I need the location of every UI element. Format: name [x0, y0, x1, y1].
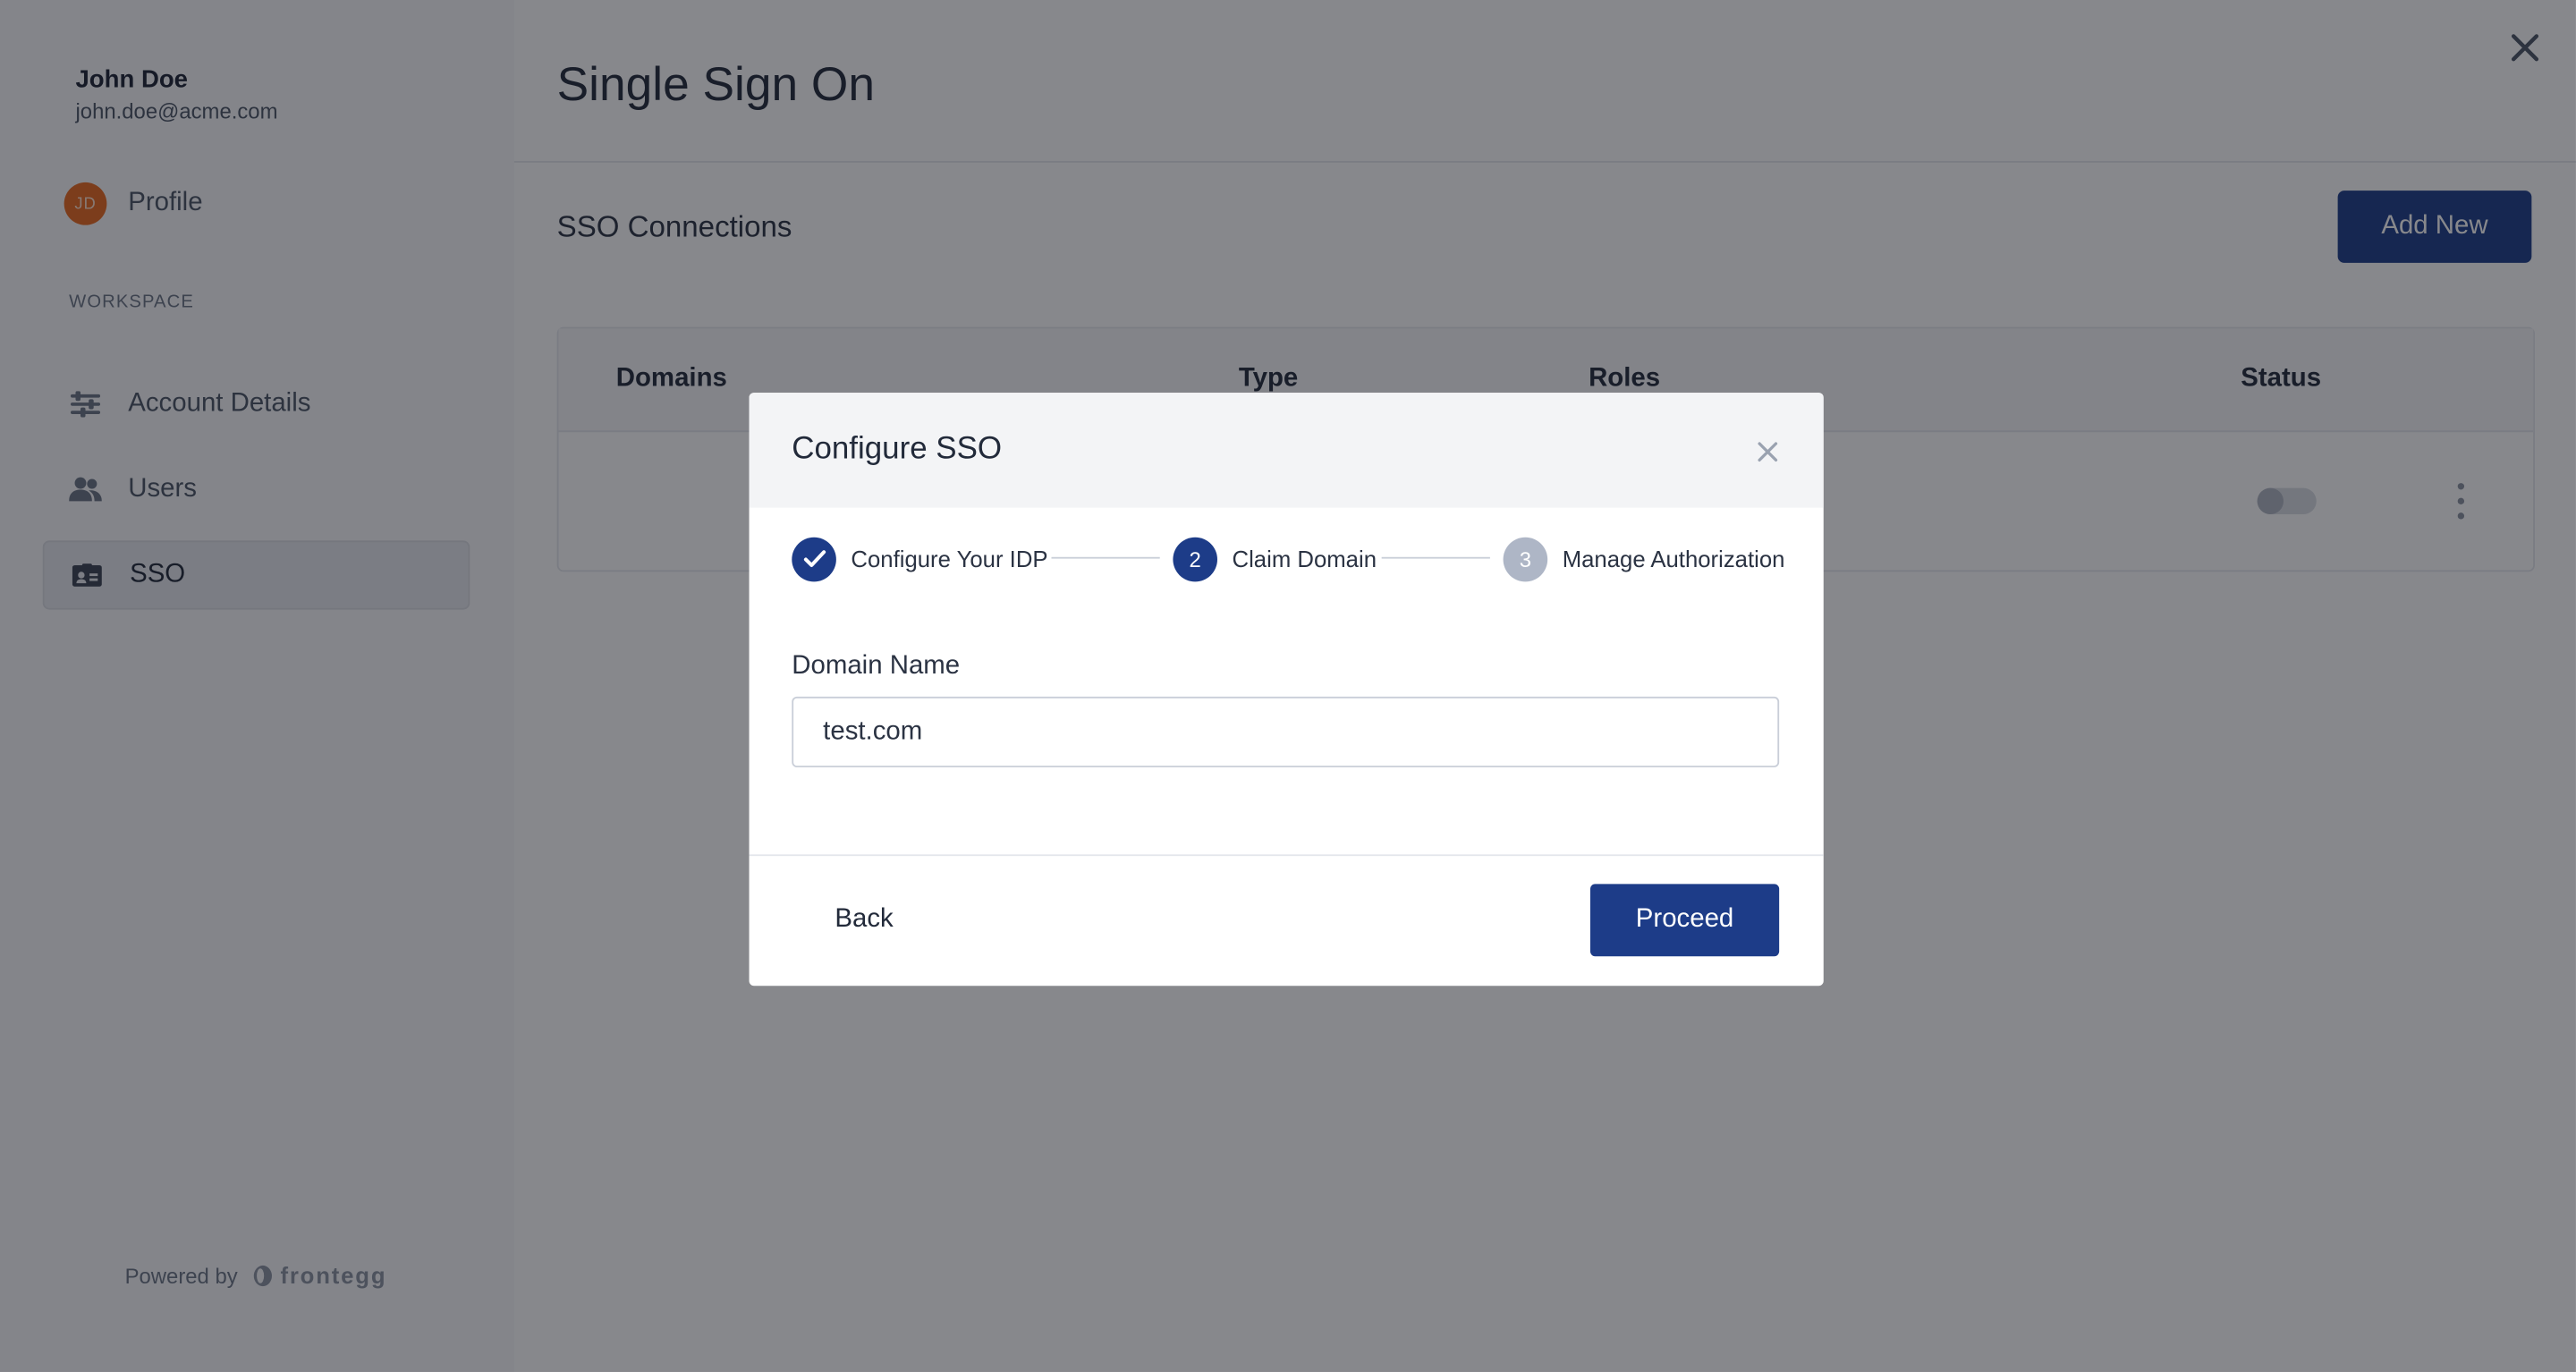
modal-footer-divider — [749, 854, 1824, 857]
configure-sso-modal: Configure SSO Configure Your IDP 2 Claim — [749, 393, 1824, 987]
modal-header: Configure SSO — [749, 393, 1824, 508]
step-claim-domain: 2 Claim Domain — [1173, 536, 1377, 581]
step-label: Configure Your IDP — [851, 545, 1048, 572]
proceed-button[interactable]: Proceed — [1589, 884, 1780, 957]
step-connector — [1381, 556, 1490, 559]
back-button[interactable]: Back — [792, 884, 936, 956]
close-icon[interactable] — [1755, 439, 1781, 465]
domain-name-label: Domain Name — [792, 652, 961, 681]
step-label: Claim Domain — [1232, 545, 1377, 572]
step-number: 2 — [1173, 536, 1217, 581]
step-label: Manage Authorization — [1562, 545, 1785, 572]
step-manage-authorization: 3 Manage Authorization — [1503, 536, 1785, 581]
step-connector — [1051, 556, 1160, 559]
modal-title: Configure SSO — [792, 432, 1003, 467]
step-number: 3 — [1503, 536, 1548, 581]
stepper: Configure Your IDP 2 Claim Domain 3 Mana… — [792, 536, 1784, 581]
step-configure-idp: Configure Your IDP — [792, 536, 1048, 581]
check-icon — [792, 536, 836, 581]
domain-name-input[interactable] — [792, 696, 1780, 767]
